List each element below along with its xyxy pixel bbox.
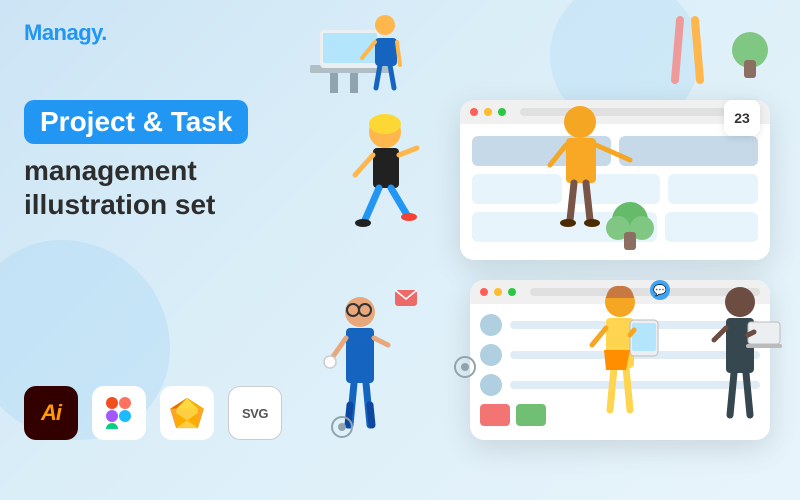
- icon-figma: [92, 386, 146, 440]
- user-line-2: [510, 351, 760, 359]
- svg-label: SVG: [242, 406, 268, 421]
- page-container: Managy. Project & Task management illust…: [0, 0, 800, 500]
- user-row-1: [480, 314, 760, 336]
- title-line2: management: [24, 155, 197, 186]
- user-avatar-2: [480, 344, 502, 366]
- browser-bottom-mockup: [470, 280, 770, 440]
- man-cup: [324, 297, 388, 425]
- title-highlight: Project & Task: [24, 100, 248, 144]
- user-avatar-1: [480, 314, 502, 336]
- user-row-2: [480, 344, 760, 366]
- desk-person-left: [310, 15, 400, 93]
- user-line-1: [510, 321, 760, 329]
- sketch-svg: [169, 397, 205, 429]
- browser-bottom-bar: [470, 280, 770, 304]
- card-6: [472, 212, 657, 242]
- card-row-1: [472, 136, 758, 166]
- notification-envelope: [395, 290, 417, 306]
- card-4: [570, 174, 660, 204]
- figma-svg: [106, 397, 132, 429]
- icon-sketch: [160, 386, 214, 440]
- card-7: [665, 212, 758, 242]
- dot-red-2: [480, 288, 488, 296]
- card-row-3: [472, 212, 758, 242]
- icon-ai: Ai: [24, 386, 78, 440]
- title-block: Project & Task management illustration s…: [24, 100, 364, 221]
- pdf-icon: [480, 404, 510, 426]
- card-row-2: [472, 174, 758, 204]
- logo: Managy.: [24, 20, 107, 46]
- card-3: [472, 174, 562, 204]
- user-line-3: [510, 381, 760, 389]
- calendar-badge: 23: [724, 100, 760, 136]
- dot-yellow-2: [494, 288, 502, 296]
- running-woman: [355, 114, 417, 227]
- dot-green: [498, 108, 506, 116]
- card-5: [668, 174, 758, 204]
- logo-text: Managy.: [24, 20, 107, 45]
- browser-bottom-content: [470, 304, 770, 436]
- format-icons-row: Ai SVG: [24, 386, 282, 440]
- calendar-number: 23: [734, 110, 750, 126]
- title-line3: illustration set: [24, 189, 215, 220]
- dot-green-2: [508, 288, 516, 296]
- dot-red: [470, 108, 478, 116]
- xlsx-icon: [516, 404, 546, 426]
- icon-svg: SVG: [228, 386, 282, 440]
- card-1: [472, 136, 611, 166]
- user-row-3: [480, 374, 760, 396]
- title-sub: management illustration set: [24, 154, 364, 221]
- user-avatar-3: [480, 374, 502, 396]
- gear-icon-bottom-left: [332, 417, 352, 437]
- url-bar-2: [530, 288, 760, 296]
- browser-top-content: [460, 124, 770, 254]
- doc-icons-row: [480, 404, 760, 426]
- dot-yellow: [484, 108, 492, 116]
- card-2: [619, 136, 758, 166]
